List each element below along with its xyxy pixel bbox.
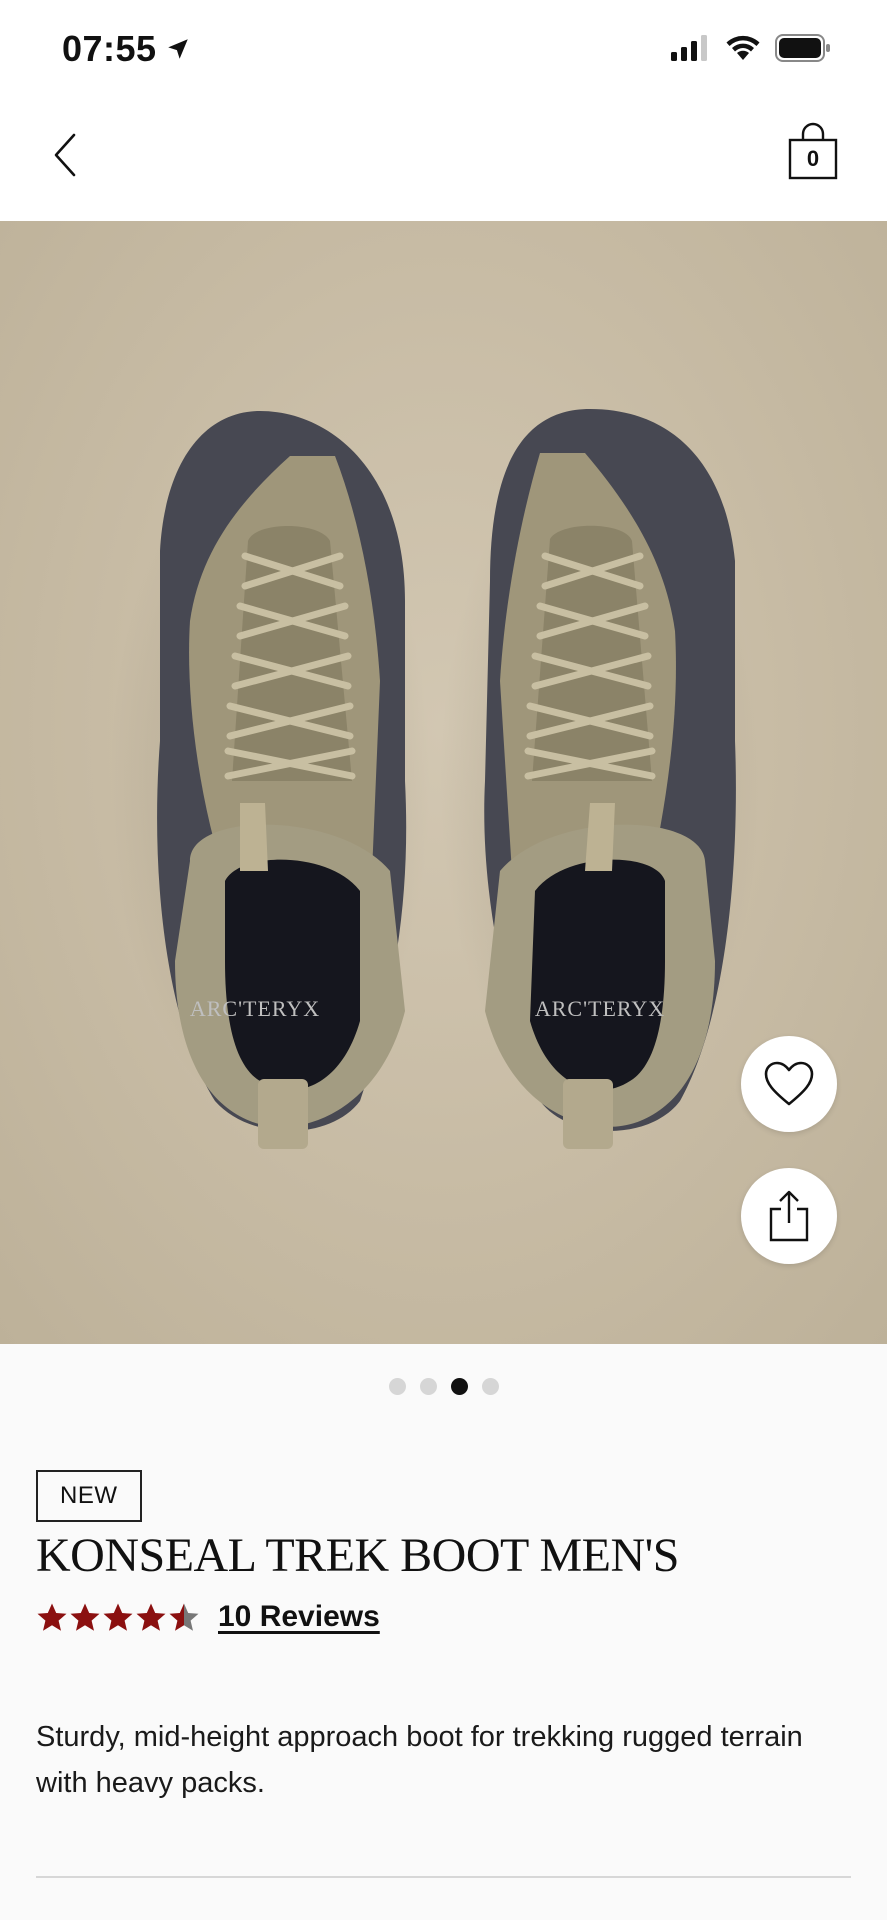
carousel-dot[interactable]	[481, 1378, 499, 1395]
favorite-button[interactable]	[741, 1036, 837, 1132]
reviews-link[interactable]: 10 Reviews	[218, 1600, 380, 1634]
status-time-group: 07:55	[62, 28, 191, 70]
wifi-icon	[726, 35, 760, 60]
share-button[interactable]	[741, 1168, 837, 1264]
right-insole-logo: ARC'TERYX	[535, 996, 665, 1021]
bag-count: 0	[806, 146, 820, 171]
star-icon	[70, 1603, 100, 1631]
product-title: KONSEAL TREK BOOT MEN'S	[36, 1529, 679, 1582]
status-time: 07:55	[62, 28, 157, 69]
chevron-left-icon	[54, 133, 76, 177]
product-description: Sturdy, mid-height approach boot for tre…	[36, 1721, 803, 1799]
star-icon	[136, 1603, 166, 1631]
left-boot: ARC'TERYX	[110, 411, 430, 1149]
boots-illustration: ARC'TERYX ARC'TERYX	[110, 409, 760, 1149]
left-insole-logo: ARC'TERYX	[190, 996, 320, 1021]
location-arrow-icon	[167, 39, 188, 59]
star-icon	[169, 1603, 199, 1631]
status-icons	[671, 34, 831, 62]
carousel-indicator	[0, 1378, 887, 1395]
star-rating	[36, 1602, 200, 1632]
carousel-dot[interactable]	[388, 1378, 406, 1395]
status-bar: 07:55	[0, 0, 887, 100]
carousel-dot[interactable]	[450, 1378, 468, 1395]
battery-icon	[775, 34, 830, 62]
star-icon	[103, 1603, 133, 1631]
carousel-dot[interactable]	[419, 1378, 437, 1395]
right-boot: ARC'TERYX	[440, 409, 760, 1149]
product-image[interactable]: ARC'TERYX ARC'TERYX	[0, 221, 887, 1344]
heart-icon	[764, 1061, 814, 1106]
new-badge: NEW	[36, 1470, 142, 1522]
cellular-signal-icon	[671, 35, 707, 61]
product-rating: 10 Reviews	[36, 1600, 380, 1634]
star-icon	[37, 1603, 67, 1631]
navigation-bar: 0	[0, 100, 887, 221]
back-button[interactable]	[40, 125, 90, 185]
shopping-bag-button[interactable]: 0	[787, 122, 839, 182]
share-icon	[769, 1190, 809, 1242]
section-divider	[36, 1876, 851, 1878]
